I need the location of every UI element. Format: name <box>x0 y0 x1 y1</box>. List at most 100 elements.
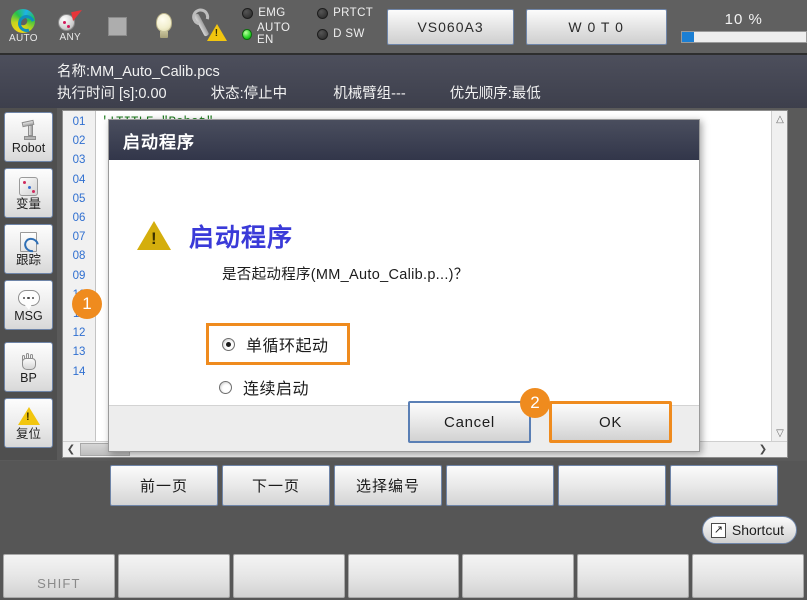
shift-key[interactable]: SHIFT <box>3 554 115 598</box>
status-label: 状态:停止中 <box>210 86 288 102</box>
bottom-key-4[interactable] <box>347 554 460 598</box>
dialog-message: 是否起动程序(MM_Auto_Calib.p...)？ <box>222 267 469 283</box>
dialog-body: 启动程序 是否起动程序(MM_Auto_Calib.p...)？ 单循环起动 连… <box>109 160 699 405</box>
radio-option-continuous-box[interactable]: 连续启动 <box>206 369 327 405</box>
line-number: 01 <box>72 116 86 128</box>
program-name-row: 名称:MM_Auto_Calib.pcs <box>57 60 220 81</box>
stop-square-icon[interactable] <box>94 2 141 52</box>
led-prtct: PRTCT <box>317 7 373 19</box>
left-sidebar: Robot 变量 跟踪 MSG BP ! 复位 <box>0 108 57 460</box>
priority-label: 优先顺序:最低 <box>449 86 541 102</box>
bottom-key-6[interactable] <box>577 554 690 598</box>
bottom-key-7[interactable] <box>692 554 805 598</box>
function-key-3[interactable]: 选择编号 <box>334 464 442 506</box>
robot-icon <box>19 119 39 141</box>
bottom-key-5[interactable] <box>462 554 575 598</box>
line-number: 04 <box>72 173 86 186</box>
function-key-4[interactable] <box>446 464 554 506</box>
dialog-title-label: 启动程序 <box>123 132 195 152</box>
led-d-sw: D SW <box>317 22 373 46</box>
editor-vertical-scrollbar[interactable]: △ ▽ <box>771 111 787 441</box>
auto-mode-icon[interactable]: AUTO <box>0 2 47 52</box>
sidebar-item-bp[interactable]: BP <box>4 342 53 392</box>
teach-pendant-screen: AUTO ANY EMG <box>0 0 807 600</box>
wrench-warning-glyph <box>193 12 227 41</box>
auto-mode-label: AUTO <box>9 33 38 44</box>
radio-single-cycle-indicator[interactable] <box>222 337 235 351</box>
start-program-dialog: 启动程序 启动程序 是否起动程序(MM_Auto_Calib.p...)？ 单循… <box>108 119 700 452</box>
d-sw-led-indicator <box>317 28 329 40</box>
prtct-led-label: PRTCT <box>333 7 374 19</box>
line-number-gutter: 0102030405060708091011121314 <box>63 111 96 457</box>
line-number: 12 <box>72 327 86 340</box>
sidebar-item-msg[interactable]: MSG <box>4 280 53 330</box>
bottom-key-row: SHIFT <box>0 552 807 600</box>
message-bubble-icon <box>17 287 40 310</box>
program-status-row: 执行时间 [s]:0.00 状态:停止中 机械臂组--- 优先顺序:最低 <box>57 82 541 103</box>
sidebar-item-variable[interactable]: 变量 <box>4 168 53 218</box>
lightbulb-glyph <box>153 12 175 41</box>
led-emg: EMG <box>242 7 303 19</box>
sidebar-item-reset[interactable]: 复位 <box>4 398 53 448</box>
program-info-bar: 名称:MM_Auto_Calib.pcs 执行时间 [s]:0.00 状态:停止… <box>0 55 807 108</box>
dialog-title-bar: 启动程序 <box>109 120 699 160</box>
shortcut-arrow-icon: ↗ <box>710 522 726 538</box>
sidebar-item-msg-label: MSG <box>14 309 43 323</box>
annotation-badge-2: 2 <box>520 388 550 418</box>
ok-button[interactable]: OK <box>549 401 672 443</box>
line-number: 02 <box>72 135 86 148</box>
annotation-badge-1: 1 <box>72 289 102 319</box>
auto-spiral-glyph <box>11 9 36 33</box>
line-number: 05 <box>72 192 86 205</box>
scroll-up-icon[interactable]: △ <box>772 111 788 127</box>
robot-model-button[interactable]: VS060A3 <box>387 8 514 45</box>
sidebar-item-variable-label: 变量 <box>15 197 41 211</box>
variable-dice-icon <box>19 175 38 197</box>
function-key-2[interactable]: 下一页 <box>222 464 330 506</box>
bottom-key-2[interactable] <box>117 554 230 598</box>
emg-led-label: EMG <box>258 7 286 19</box>
line-number: 07 <box>72 231 86 244</box>
line-number: 03 <box>72 154 86 167</box>
exec-time-label: 执行时间 [s]:0.00 <box>57 86 167 102</box>
scroll-down-icon[interactable]: ▽ <box>772 425 788 441</box>
line-number: 09 <box>72 269 86 282</box>
sidebar-item-bp-label: BP <box>20 371 37 385</box>
speed-progress-fill <box>681 31 694 42</box>
lamp-icon[interactable] <box>141 2 188 52</box>
speed-indicator[interactable]: 10 % <box>680 11 807 43</box>
speed-progress-bar[interactable] <box>680 30 807 43</box>
any-mode-icon[interactable]: ANY <box>47 2 94 52</box>
led-auto-en: AUTO EN <box>242 22 303 46</box>
sidebar-item-trace[interactable]: 跟踪 <box>4 224 53 274</box>
shortcut-button[interactable]: ↗ Shortcut <box>701 516 797 544</box>
function-key-5[interactable] <box>558 464 666 506</box>
sidebar-item-reset-label: 复位 <box>15 427 41 441</box>
auto-en-led-indicator <box>242 28 252 40</box>
line-number: 13 <box>72 346 86 359</box>
emg-led-indicator <box>242 7 254 19</box>
radio-option-single-cycle[interactable]: 单循环起动 <box>206 323 350 365</box>
line-number: 08 <box>72 250 86 263</box>
cancel-button[interactable]: Cancel <box>408 401 531 443</box>
function-key-row: 前一页 下一页 选择编号 <box>0 461 807 509</box>
radio-continuous-indicator[interactable] <box>219 380 232 394</box>
work-tool-button[interactable]: W 0 T 0 <box>525 8 667 45</box>
shortcut-strip: ↗ Shortcut <box>0 509 807 552</box>
maintenance-warning-icon[interactable] <box>187 2 234 52</box>
dialog-heading: 启动程序 <box>189 224 294 252</box>
bottom-key-3[interactable] <box>232 554 345 598</box>
sidebar-item-robot[interactable]: Robot <box>4 112 53 162</box>
scroll-right-icon[interactable]: ❯ <box>755 442 771 457</box>
function-key-1[interactable]: 前一页 <box>110 464 218 506</box>
prtct-led-indicator <box>317 7 329 19</box>
function-key-6[interactable] <box>670 464 778 506</box>
radio-option-single-cycle-box[interactable]: 单循环起动 <box>206 323 350 365</box>
warning-triangle-icon <box>17 405 40 427</box>
d-sw-led-label: D SW <box>333 28 365 40</box>
scroll-left-icon[interactable]: ❮ <box>63 442 79 457</box>
shortcut-label: Shortcut <box>731 522 784 538</box>
dialog-footer: Cancel OK <box>109 401 699 451</box>
any-mode-label: ANY <box>59 32 81 43</box>
radio-option-continuous[interactable]: 连续启动 <box>206 369 327 405</box>
